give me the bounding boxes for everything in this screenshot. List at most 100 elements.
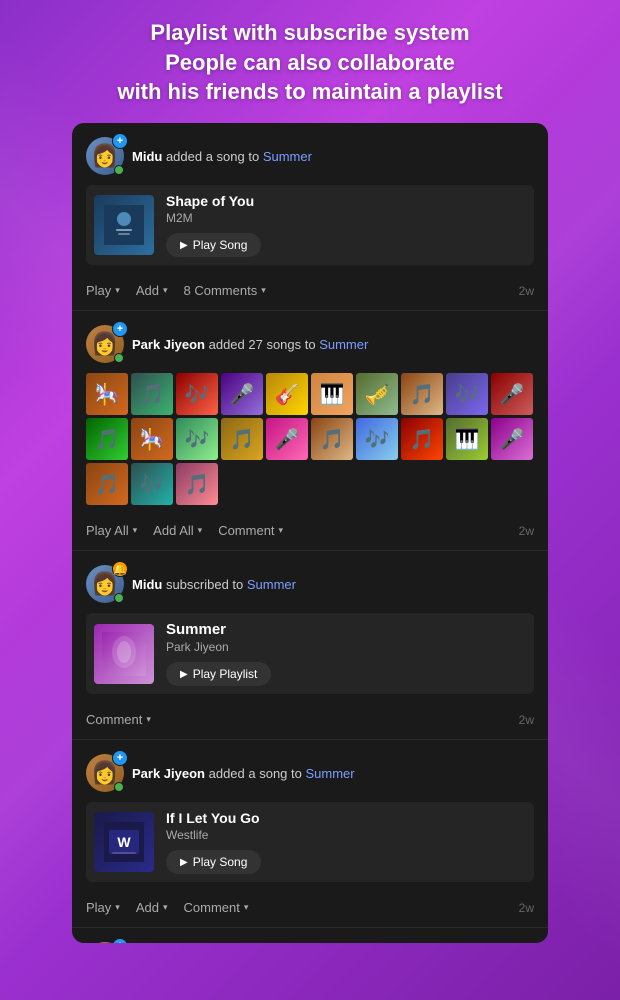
song-card-4: W If I Let You Go Westlife Play Song [86,802,534,882]
grid-thumb-10: 🎤 [491,373,533,415]
add-badge-5: + [112,938,128,943]
status-online-2 [114,353,124,363]
play-chevron-1: ▾ [115,285,120,296]
avatar-park-1: 👩 + [86,325,124,363]
activity-item-2: 👩 + Park Jiyeon added 27 songs to Summer… [72,311,548,551]
grid-thumb-15: 🎤 [266,418,308,460]
comment-btn-3[interactable]: Comment ▾ [86,712,151,727]
add-chevron-1: ▾ [163,285,168,296]
song-title-4: If I Let You Go [166,810,526,826]
playlist-link-2[interactable]: Summer [319,337,368,352]
comment-label-4: Comment [184,900,240,915]
username-4: Park Jiyeon [132,766,205,781]
status-online [114,165,124,175]
grid-thumb-5: 🎸 [266,373,308,415]
playlist-thumb [94,624,154,684]
play-all-chevron: ▾ [133,525,138,536]
songs-grid: 🎠 🎵 🎶 🎤 🎸 🎹 🎺 🎵 🎶 🎤 🎵 🎠 🎶 🎵 🎤 🎵 🎶 🎵 🎹 🎤 … [86,373,534,505]
add-label-1: Add [136,283,159,298]
bell-badge: 🔔 [112,561,128,577]
play-chevron-4: ▾ [115,902,120,913]
activity-text-1: Midu added a song to Summer [132,149,534,164]
activity-text-2: Park Jiyeon added 27 songs to Summer [132,337,534,352]
grid-thumb-9: 🎶 [446,373,488,415]
time-label-4: 2w [519,901,534,915]
action-bar-4: Play ▾ Add ▾ Comment ▾ 2w [86,892,534,927]
play-all-label: Play All [86,523,129,538]
grid-thumb-21: 🎵 [86,463,128,505]
grid-thumb-1: 🎠 [86,373,128,415]
comments-btn-1[interactable]: 8 Comments ▾ [184,283,266,298]
grid-thumb-23: 🎵 [176,463,218,505]
playlist-link-1[interactable]: Summer [263,149,312,164]
activity-item-1: 👩 + Midu added a song to Summer Shape of… [72,123,548,311]
comment-chevron-4: ▾ [244,902,249,913]
add-all-label: Add All [153,523,193,538]
time-label-3: 2w [519,713,534,727]
action-bar-1: Play ▾ Add ▾ 8 Comments ▾ 2w [86,275,534,310]
grid-thumb-12: 🎠 [131,418,173,460]
add-chevron-4: ▾ [163,902,168,913]
play-btn-4[interactable]: Play ▾ [86,900,120,915]
add-badge-2: + [112,321,128,337]
playlist-link-4[interactable]: Summer [305,766,354,781]
header-line3: with his friends to maintain a playlist [30,77,590,107]
comments-label-1: 8 Comments [184,283,258,298]
play-btn-1[interactable]: Play ▾ [86,283,120,298]
time-label-2: 2w [519,524,534,538]
song-info-1: Shape of You M2M Play Song [166,193,526,257]
action-bar-3: Comment ▾ 2w [86,704,534,739]
add-btn-1[interactable]: Add ▾ [136,283,168,298]
grid-thumb-14: 🎵 [221,418,263,460]
song-info-4: If I Let You Go Westlife Play Song [166,810,526,874]
time-label-1: 2w [519,284,534,298]
playlist-owner: Park Jiyeon [166,640,526,654]
grid-thumb-22: 🎶 [131,463,173,505]
playlist-info: Summer Park Jiyeon Play Playlist [166,621,526,686]
playlist-title: Summer [166,621,526,638]
avatar-park-3: 👩 + [86,942,124,943]
comment-label-2: Comment [218,523,274,538]
grid-thumb-16: 🎵 [311,418,353,460]
add-badge-4: + [112,750,128,766]
comments-chevron-1: ▾ [261,285,266,296]
comment-btn-2[interactable]: Comment ▾ [218,523,283,538]
activity-text-4: Park Jiyeon added a song to Summer [132,766,534,781]
song-thumb-1 [94,195,154,255]
song-artist-1: M2M [166,211,526,225]
activity-text-3: Midu subscribed to Summer [132,577,534,592]
add-all-btn[interactable]: Add All ▾ [153,523,202,538]
play-song-btn-1[interactable]: Play Song [166,233,261,257]
avatar-midu-1: 👩 + [86,137,124,175]
grid-thumb-18: 🎵 [401,418,443,460]
grid-thumb-19: 🎹 [446,418,488,460]
grid-thumb-6: 🎹 [311,373,353,415]
action-bar-2: Play All ▾ Add All ▾ Comment ▾ 2w [86,515,534,550]
comment-chevron-3: ▾ [146,714,151,725]
add-all-chevron: ▾ [198,525,203,536]
play-label-1: Play [86,283,111,298]
activity-item-5: 👩 + Park Jiyeon added a song to Summer W… [72,928,548,943]
app-card: 👩 + Midu added a song to Summer Shape of… [72,123,548,943]
avatar-park-2: 👩 + [86,754,124,792]
username-3: Midu [132,577,162,592]
play-playlist-btn[interactable]: Play Playlist [166,662,271,686]
song-thumb-4: W [94,812,154,872]
play-song-btn-4[interactable]: Play Song [166,850,261,874]
grid-thumb-17: 🎶 [356,418,398,460]
play-label-4: Play [86,900,111,915]
activity-item-4: 👩 + Park Jiyeon added a song to Summer W… [72,740,548,928]
playlist-link-3[interactable]: Summer [247,577,296,592]
add-btn-4[interactable]: Add ▾ [136,900,168,915]
comment-label-3: Comment [86,712,142,727]
song-title-1: Shape of You [166,193,526,209]
grid-thumb-11: 🎵 [86,418,128,460]
play-all-btn[interactable]: Play All ▾ [86,523,137,538]
username-1: Midu [132,149,162,164]
grid-thumb-20: 🎤 [491,418,533,460]
grid-thumb-13: 🎶 [176,418,218,460]
grid-thumb-4: 🎤 [221,373,263,415]
header-text: Playlist with subscribe system People ca… [0,0,620,123]
comment-btn-4[interactable]: Comment ▾ [184,900,249,915]
avatar-midu-2: 👩 🔔 [86,565,124,603]
